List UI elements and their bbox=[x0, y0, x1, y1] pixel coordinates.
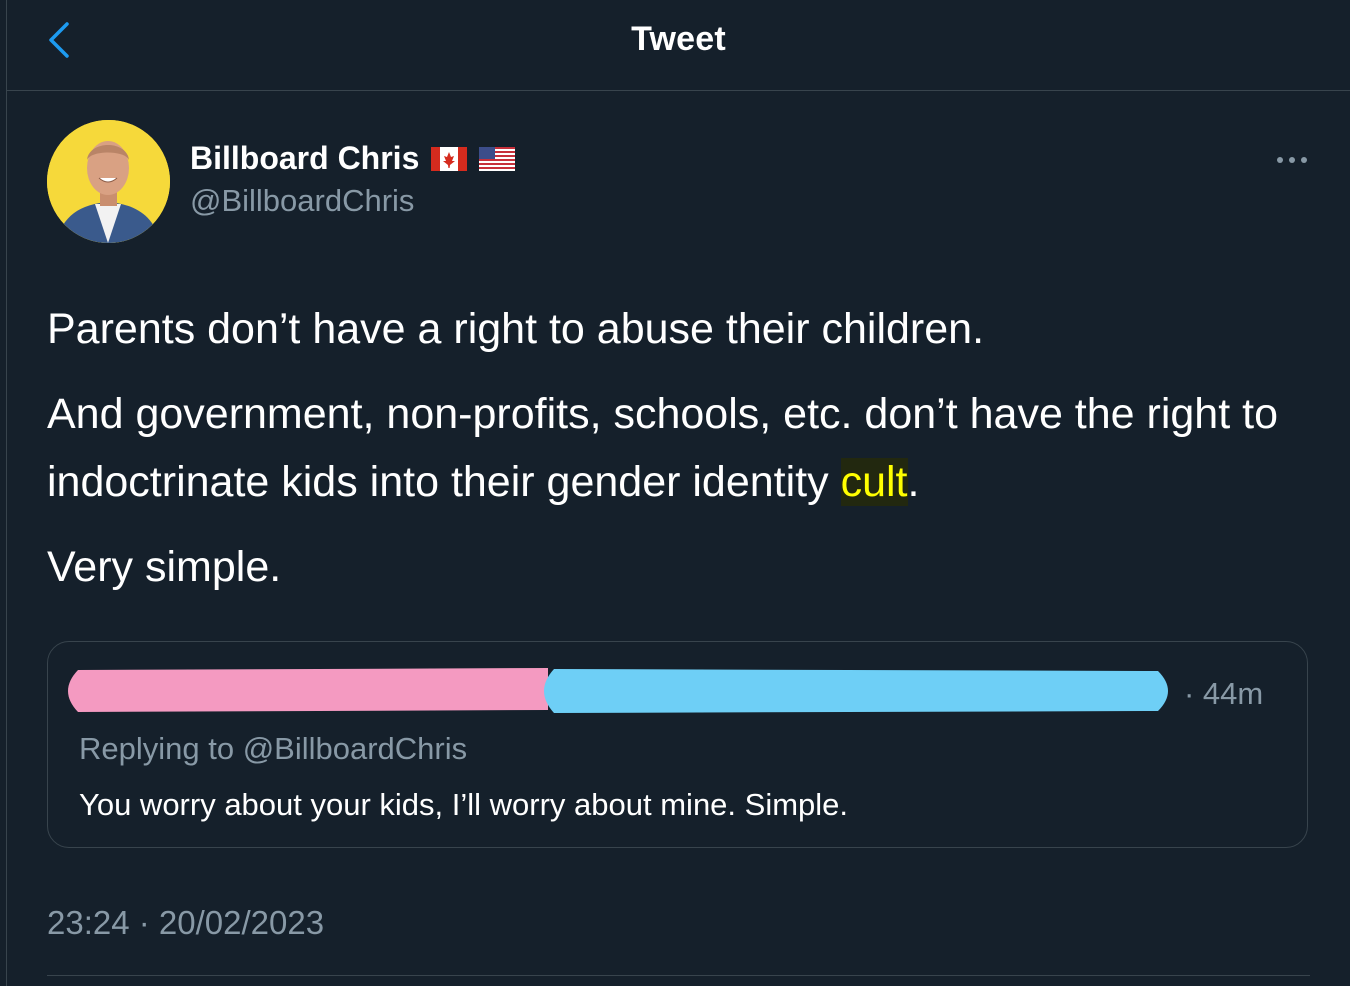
replying-to-label: Replying to @BillboardChris bbox=[79, 731, 468, 766]
author-name[interactable]: Billboard Chris bbox=[190, 140, 419, 177]
avatar[interactable] bbox=[47, 120, 170, 243]
more-options-button[interactable] bbox=[1270, 145, 1314, 175]
tweet-text-segment: And government, non-profits, schools, et… bbox=[47, 390, 1278, 506]
quoted-tweet-time: · 44m bbox=[1184, 676, 1264, 711]
profile-photo bbox=[47, 120, 170, 243]
tweet-paragraph: Very simple. bbox=[47, 543, 282, 591]
ellipsis-icon bbox=[1277, 157, 1307, 163]
quoted-tweet-text: You worry about your kids, I’ll worry ab… bbox=[79, 787, 849, 822]
canada-flag-icon bbox=[431, 146, 468, 171]
page-title: Tweet bbox=[631, 20, 726, 58]
tweet-text-segment: . bbox=[907, 458, 920, 506]
tweet-paragraph: Parents don’t have a right to abuse thei… bbox=[47, 305, 985, 353]
author-name-row: Billboard Chris bbox=[190, 140, 516, 177]
top-bar: Tweet bbox=[7, 0, 1350, 91]
highlighted-word: cult bbox=[840, 458, 908, 506]
redacted-author-scribble bbox=[68, 668, 1168, 713]
tweet-body: Parents don’t have a right to abuse thei… bbox=[47, 295, 1317, 618]
usa-flag-icon bbox=[479, 146, 516, 171]
author-handle[interactable]: @BillboardChris bbox=[190, 183, 414, 219]
tweet-timestamp[interactable]: 23:24 · 20/02/2023 bbox=[47, 904, 324, 942]
bottom-divider bbox=[47, 975, 1310, 976]
left-divider bbox=[6, 0, 7, 986]
tweet-paragraph: And government, non-profits, schools, et… bbox=[47, 380, 1317, 516]
